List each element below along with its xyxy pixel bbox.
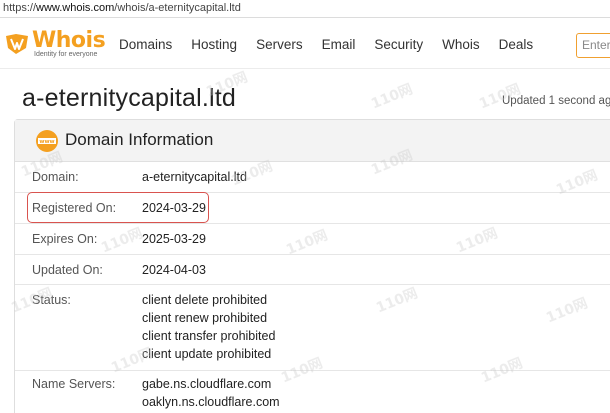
nav-link-servers[interactable]: Servers [256, 37, 303, 52]
row-label: Domain: [32, 170, 79, 184]
logo-shield-icon [6, 34, 28, 54]
domain-search-input[interactable]: Enter [576, 33, 610, 58]
name-server-value: gabe.ns.cloudflare.com [142, 377, 272, 391]
row-value: gabe.ns.cloudflare.com oaklyn.ns.cloudfl… [142, 375, 280, 411]
www-icon-text: www [39, 139, 54, 145]
row-domain: Domain: a-eternitycapital.ltd [15, 162, 610, 193]
nav-link-domains[interactable]: Domains [119, 37, 172, 52]
whois-logo[interactable]: Whois Identity for everyone [4, 27, 106, 61]
url-path: /whois/a-eternitycapital.ltd [114, 2, 241, 14]
url-bar[interactable]: https://www.whois.com/whois/a-eternityca… [0, 0, 610, 18]
row-updated-on: Updated On: 2024-04-03 [15, 255, 610, 285]
watermark: 110网 [368, 81, 416, 113]
url-host: www.whois.com [36, 2, 115, 14]
row-name-servers: Name Servers: gabe.ns.cloudflare.com oak… [15, 371, 610, 413]
domain-information-card: www Domain Information Domain: a-eternit… [14, 119, 610, 413]
nav-link-hosting[interactable]: Hosting [191, 37, 237, 52]
url-scheme: https:// [3, 2, 37, 14]
row-value: a-eternitycapital.ltd [142, 170, 247, 184]
row-expires-on: Expires On: 2025-03-29 [15, 224, 610, 255]
row-label: Updated On: [32, 263, 103, 277]
logo-tagline: Identity for everyone [34, 51, 98, 58]
name-server-value: oaklyn.ns.cloudflare.com [142, 395, 280, 409]
status-value: client transfer prohibited [142, 329, 276, 343]
row-status: Status: client delete prohibited client … [15, 285, 610, 371]
nav-link-whois[interactable]: Whois [442, 37, 480, 52]
nav-link-email[interactable]: Email [322, 37, 356, 52]
row-value: 2024-04-03 [142, 263, 206, 277]
page-title: a-eternitycapital.ltd [22, 84, 237, 112]
row-label: Name Servers: [32, 377, 116, 391]
updated-timestamp: Updated 1 second ago [502, 95, 610, 107]
logo-text: Whois [32, 28, 106, 53]
card-title: Domain Information [65, 130, 214, 149]
top-navbar: Whois Identity for everyone Domains Host… [0, 19, 610, 69]
nav-link-deals[interactable]: Deals [499, 37, 534, 52]
row-value: 2025-03-29 [142, 232, 206, 246]
status-value: client update prohibited [142, 347, 272, 361]
status-value: client renew prohibited [142, 311, 268, 325]
registered-on-highlight [27, 192, 209, 223]
nav-links: Domains Hosting Servers Email Security W… [119, 19, 552, 69]
www-globe-icon: www [36, 130, 58, 152]
nav-link-security[interactable]: Security [374, 37, 423, 52]
status-value: client delete prohibited [142, 293, 268, 307]
row-label: Expires On: [32, 232, 98, 246]
card-header: www Domain Information [15, 120, 610, 162]
row-label: Status: [32, 293, 71, 307]
row-value: client delete prohibited client renew pr… [142, 291, 275, 363]
